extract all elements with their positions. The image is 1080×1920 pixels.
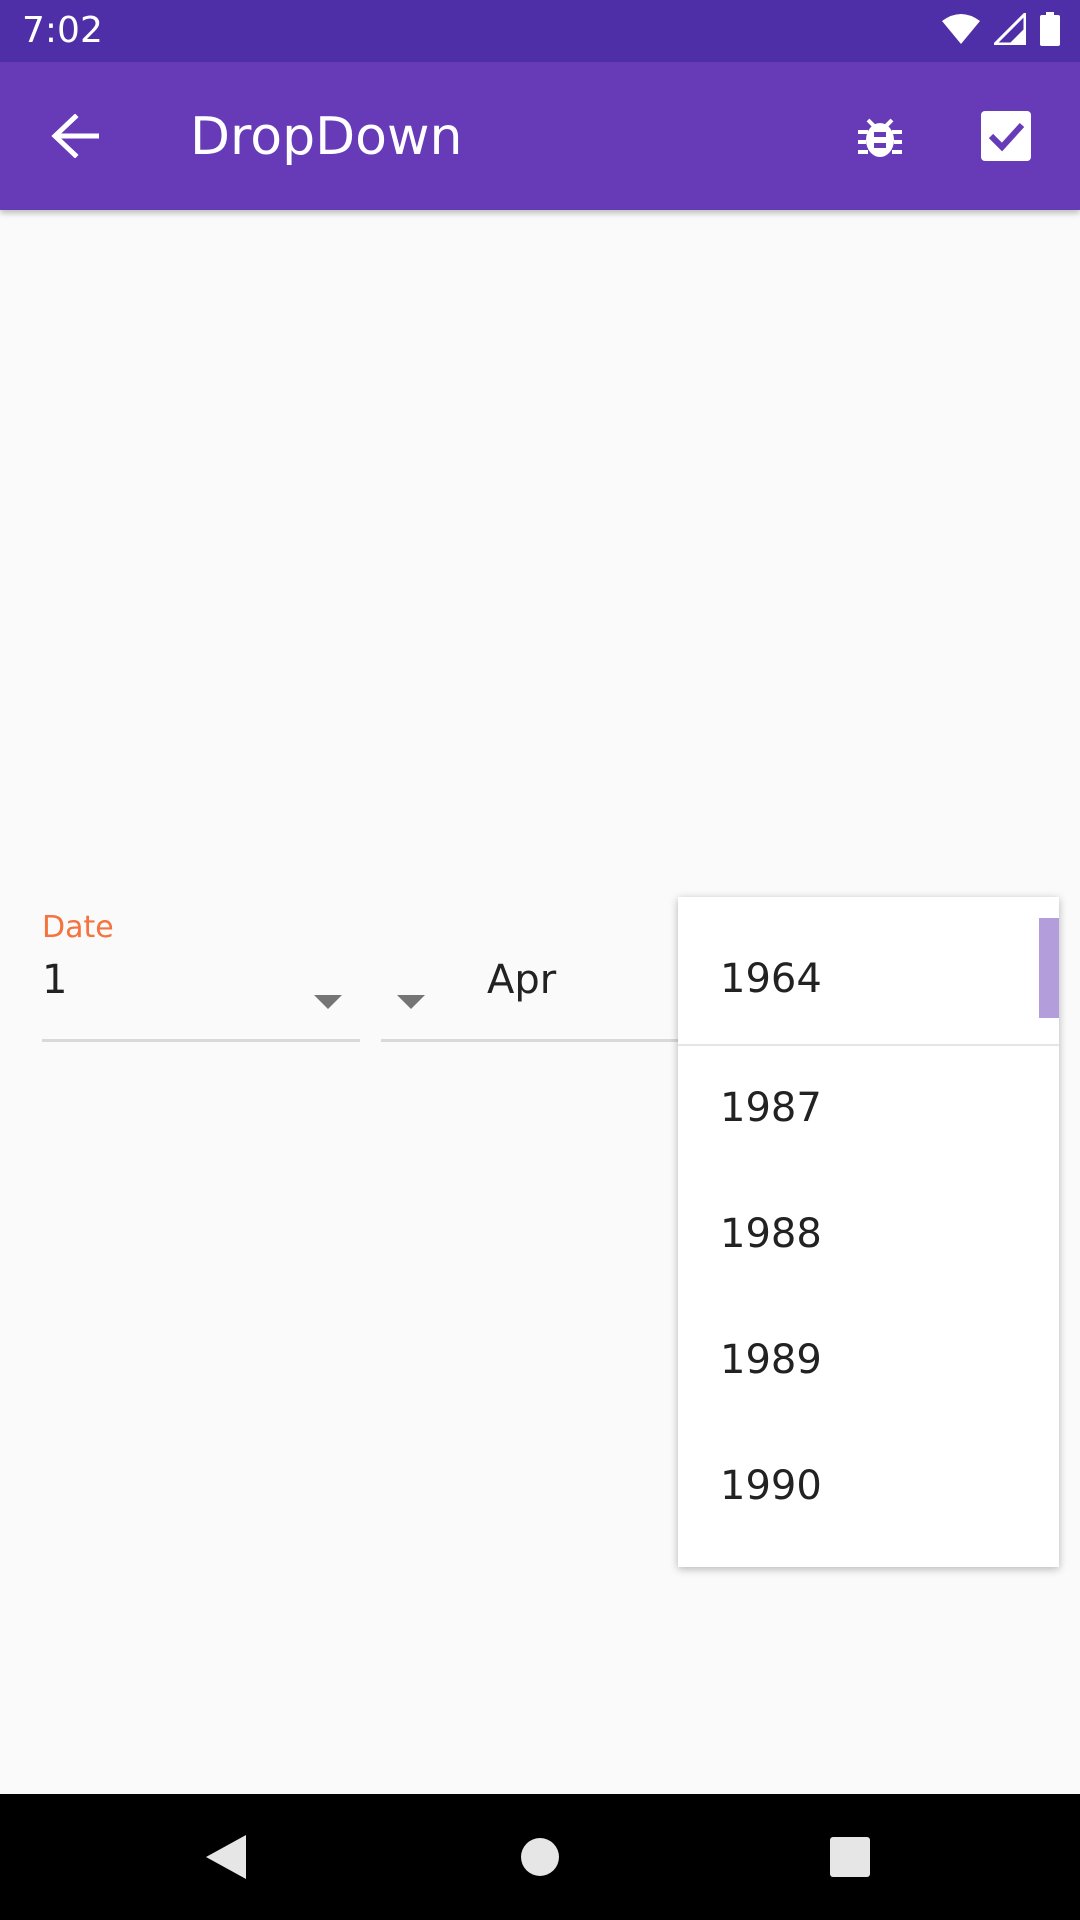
debug-button[interactable] [850, 106, 910, 166]
confirm-button[interactable] [976, 106, 1036, 166]
back-button[interactable] [40, 106, 110, 166]
year-option-label: 1989 [720, 1337, 822, 1383]
battery-icon [1040, 11, 1060, 51]
year-option-label: 1990 [720, 1463, 822, 1509]
recents-square-icon [830, 1837, 870, 1877]
year-option[interactable]: 1988 [678, 1173, 1059, 1299]
year-option[interactable]: 1989 [678, 1299, 1059, 1425]
back-arrow-icon [51, 114, 99, 158]
wifi-icon [942, 13, 980, 50]
navigation-bar [0, 1794, 1080, 1920]
checkbox-checked-icon [981, 111, 1031, 161]
year-option-label: 1964 [720, 956, 822, 1002]
bug-icon [858, 118, 902, 157]
page-title: DropDown [190, 107, 463, 167]
year-option-selected[interactable]: 1964 [678, 918, 1059, 1046]
year-option[interactable]: 1987 [678, 1047, 1059, 1173]
date-label: Date [42, 910, 114, 945]
home-circle-icon [521, 1838, 559, 1876]
year-option[interactable]: 1990 [678, 1425, 1059, 1551]
chevron-down-icon [397, 995, 425, 1009]
nav-home-button[interactable] [507, 1824, 573, 1890]
month-dropdown[interactable]: Apr [381, 955, 681, 1042]
year-dropdown-menu[interactable]: 1964 1987 1988 1989 1990 [678, 897, 1059, 1567]
status-icons [942, 9, 1060, 51]
signal-icon [991, 9, 1027, 50]
status-bar: 7:02 [0, 0, 1080, 62]
back-triangle-icon [206, 1835, 246, 1879]
month-value: Apr [487, 957, 557, 1003]
chevron-down-icon [314, 995, 342, 1009]
year-option-label: 1987 [720, 1085, 822, 1131]
day-dropdown[interactable]: 1 [42, 955, 360, 1042]
day-value: 1 [42, 957, 68, 1003]
nav-back-button[interactable] [192, 1824, 258, 1890]
nav-recents-button[interactable] [817, 1824, 883, 1890]
year-option-label: 1988 [720, 1211, 822, 1257]
app-bar: DropDown [0, 62, 1080, 210]
menu-scrollbar[interactable] [1039, 918, 1059, 1018]
status-time: 7:02 [22, 10, 103, 51]
